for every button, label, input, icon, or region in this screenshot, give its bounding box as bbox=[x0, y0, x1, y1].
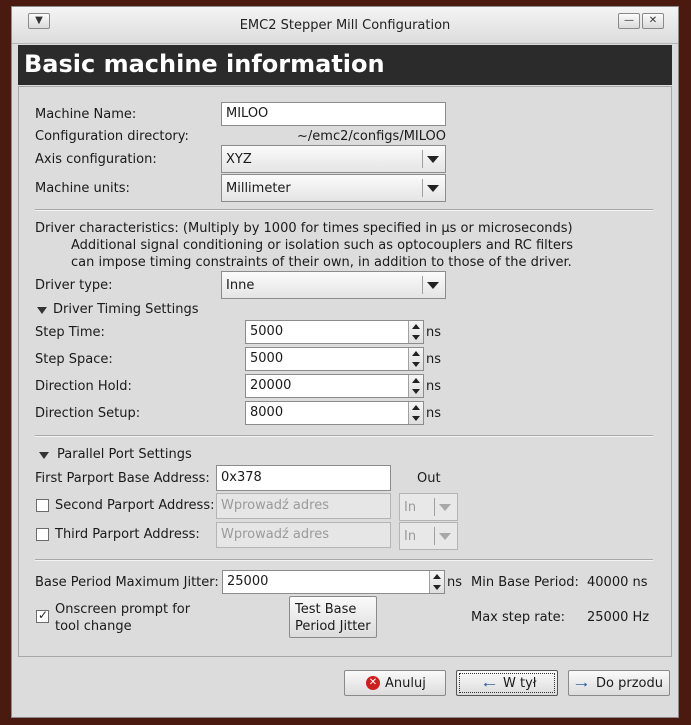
base-jitter-unit: ns bbox=[447, 575, 463, 590]
direction-setup-value: 8000 bbox=[250, 405, 284, 420]
chevron-down-icon bbox=[427, 156, 439, 163]
chevron-down-icon bbox=[427, 185, 439, 192]
min-base-period-label: Min Base Period: bbox=[471, 575, 579, 590]
second-parport-input[interactable]: Wprowadź adres bbox=[216, 493, 391, 519]
direction-setup-spinner[interactable] bbox=[408, 402, 423, 424]
parport-header[interactable]: Parallel Port Settings bbox=[57, 447, 192, 462]
forward-button[interactable]: 🠂 Do przodu bbox=[568, 670, 670, 696]
max-step-rate-label: Max step rate: bbox=[471, 610, 566, 625]
second-parport-direction: In bbox=[404, 500, 417, 515]
chevron-down-icon bbox=[439, 533, 451, 540]
direction-setup-unit: ns bbox=[426, 406, 442, 421]
step-space-unit: ns bbox=[426, 352, 442, 367]
driver-type-value: Inne bbox=[226, 278, 255, 293]
axis-config-label: Axis configuration: bbox=[35, 152, 157, 167]
direction-hold-input[interactable]: 20000 bbox=[245, 374, 424, 398]
third-parport-label: Third Parport Address: bbox=[55, 527, 200, 542]
step-time-input[interactable]: 5000 bbox=[245, 320, 424, 344]
direction-hold-spinner[interactable] bbox=[408, 375, 423, 397]
title-bar[interactable]: ▼ EMC2 Stepper Mill Configuration — ✕ bbox=[12, 7, 678, 44]
expander-open-icon[interactable] bbox=[39, 452, 49, 459]
base-jitter-label: Base Period Maximum Jitter: bbox=[35, 575, 219, 590]
first-parport-input[interactable]: 0x378 bbox=[216, 465, 391, 491]
third-parport-direction: In bbox=[404, 529, 417, 544]
step-time-spinner[interactable] bbox=[408, 321, 423, 343]
second-parport-label: Second Parport Address: bbox=[55, 498, 215, 513]
direction-hold-unit: ns bbox=[426, 379, 442, 394]
test-jitter-label-line1: Test Base bbox=[295, 602, 357, 617]
page-banner: Basic machine information bbox=[18, 45, 672, 85]
base-jitter-input[interactable]: 25000 bbox=[222, 570, 445, 594]
machine-units-label: Machine units: bbox=[35, 181, 130, 196]
step-space-value: 5000 bbox=[250, 351, 284, 366]
base-jitter-value: 25000 bbox=[227, 574, 269, 589]
driver-desc-line2: Additional signal conditioning or isolat… bbox=[71, 238, 574, 253]
separator bbox=[35, 559, 653, 561]
machine-name-label: Machine Name: bbox=[35, 107, 137, 122]
separator bbox=[35, 209, 653, 211]
machine-units-select[interactable]: Millimeter bbox=[221, 174, 446, 202]
second-parport-direction-select[interactable]: In bbox=[399, 493, 458, 521]
min-base-period-value: 40000 ns bbox=[587, 575, 648, 590]
second-parport-checkbox[interactable] bbox=[36, 499, 49, 512]
test-jitter-label-line2: Period Jitter bbox=[295, 619, 371, 634]
base-jitter-spinner[interactable] bbox=[429, 571, 444, 593]
machine-name-input[interactable]: MILOO bbox=[221, 102, 446, 126]
step-time-label: Step Time: bbox=[35, 325, 105, 340]
back-button[interactable]: 🠀 W tył bbox=[456, 670, 558, 696]
driver-type-label: Driver type: bbox=[35, 278, 113, 293]
driver-desc-line3: can impose timing constraints of their o… bbox=[71, 255, 572, 270]
step-space-input[interactable]: 5000 bbox=[245, 347, 424, 371]
forward-label: Do przodu bbox=[596, 676, 663, 691]
first-parport-label: First Parport Base Address: bbox=[35, 471, 210, 486]
direction-hold-label: Direction Hold: bbox=[35, 379, 132, 394]
test-jitter-button[interactable]: Test Base Period Jitter bbox=[289, 596, 377, 638]
third-parport-checkbox[interactable] bbox=[36, 528, 49, 541]
config-window: ▼ EMC2 Stepper Mill Configuration — ✕ Ba… bbox=[11, 6, 679, 718]
arrow-left-icon: 🠀 bbox=[483, 675, 496, 694]
page-title: Basic machine information bbox=[24, 50, 385, 78]
max-step-rate-value: 25000 Hz bbox=[587, 610, 650, 625]
expander-open-icon[interactable] bbox=[37, 307, 47, 314]
back-label: W tył bbox=[503, 676, 537, 691]
window-title: EMC2 Stepper Mill Configuration bbox=[239, 18, 451, 33]
close-icon[interactable]: ✕ bbox=[642, 13, 664, 29]
config-dir-label: Configuration directory: bbox=[35, 129, 189, 144]
step-time-value: 5000 bbox=[250, 324, 284, 339]
onscreen-prompt-checkbox[interactable]: ✓ bbox=[36, 608, 49, 623]
step-space-label: Step Space: bbox=[35, 352, 113, 367]
machine-units-value: Millimeter bbox=[226, 181, 291, 196]
direction-setup-input[interactable]: 8000 bbox=[245, 401, 424, 425]
settings-panel: Machine Name: MILOO Configuration direct… bbox=[18, 86, 672, 657]
minimize-icon[interactable]: — bbox=[618, 13, 640, 29]
driver-desc-line1: Driver characteristics: (Multiply by 100… bbox=[35, 221, 573, 236]
step-time-unit: ns bbox=[426, 325, 442, 340]
arrow-right-icon: 🠂 bbox=[575, 675, 588, 694]
onscreen-prompt-label-line2: tool change bbox=[55, 619, 132, 634]
third-parport-direction-select[interactable]: In bbox=[399, 522, 458, 550]
chevron-down-icon bbox=[427, 282, 439, 289]
onscreen-prompt-label-line1: Onscreen prompt for bbox=[55, 602, 191, 617]
driver-type-select[interactable]: Inne bbox=[221, 271, 446, 299]
axis-config-select[interactable]: XYZ bbox=[221, 145, 446, 173]
chevron-down-icon bbox=[439, 504, 451, 511]
config-dir-value: ~/emc2/configs/MILOO bbox=[297, 129, 446, 144]
third-parport-input[interactable]: Wprowadź adres bbox=[216, 522, 391, 548]
separator bbox=[35, 435, 653, 437]
cancel-icon: ✕ bbox=[366, 676, 380, 690]
cancel-button[interactable]: ✕ Anuluj bbox=[344, 670, 446, 696]
driver-timing-header[interactable]: Driver Timing Settings bbox=[53, 302, 199, 317]
axis-config-value: XYZ bbox=[226, 152, 252, 167]
checkmark-icon: ✓ bbox=[38, 608, 49, 622]
cancel-label: Anuluj bbox=[385, 676, 426, 691]
direction-setup-label: Direction Setup: bbox=[35, 406, 141, 421]
direction-hold-value: 20000 bbox=[250, 378, 292, 393]
step-space-spinner[interactable] bbox=[408, 348, 423, 370]
first-parport-direction: Out bbox=[417, 471, 441, 486]
